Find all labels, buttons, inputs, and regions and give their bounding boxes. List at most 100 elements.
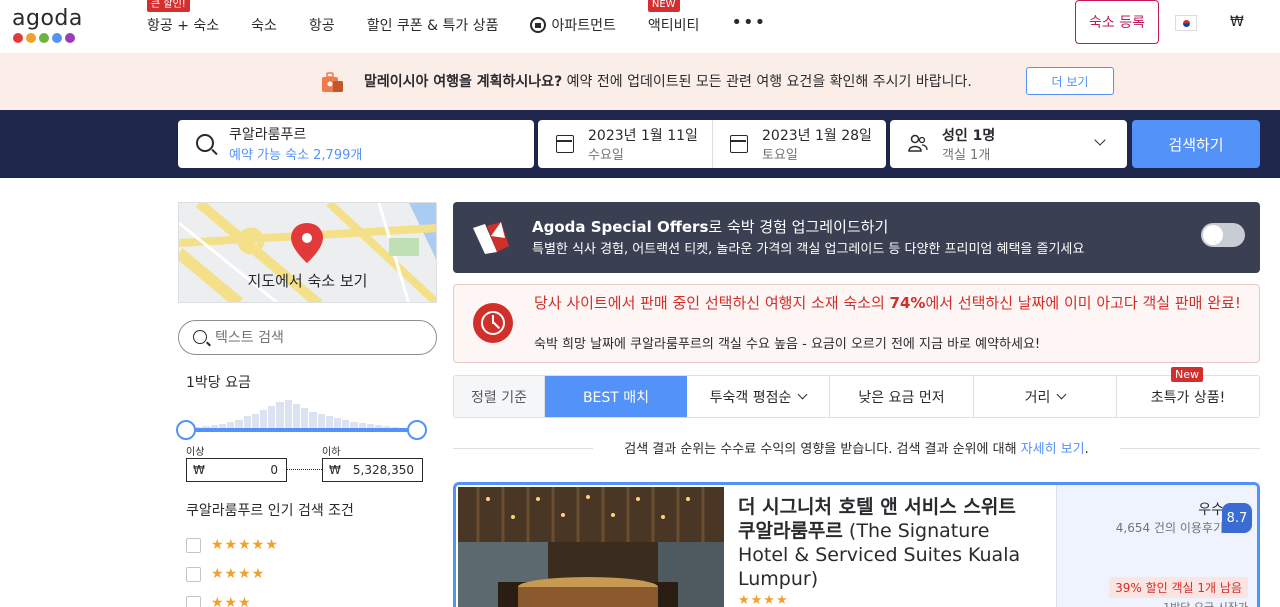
checkout-day: 토요일	[762, 148, 798, 163]
nav-activities[interactable]: NEW 액티비티	[647, 0, 700, 35]
hotel-name[interactable]: 더 시그니처 호텔 앤 서비스 스위트 쿠알라룸푸르 (The Signatur…	[738, 495, 1038, 591]
price-histogram	[186, 398, 416, 430]
nav-label: 항공 + 숙소	[147, 18, 220, 34]
main-nav: 큰 할인! 항공 + 숙소 숙소 항공 할인 쿠폰 & 특가 상품 아파트먼트 …	[147, 0, 798, 35]
sort-best-match[interactable]: BEST 매치	[545, 376, 687, 417]
nav-label: 항공	[308, 18, 335, 34]
promo-title: Agoda Special Offers로 숙박 경험 업그레이드하기	[532, 216, 888, 237]
destination-value: 쿠알라룸푸르	[229, 127, 307, 143]
price-min-handle[interactable]	[176, 420, 196, 440]
star-rating-icon: ★★★★★	[211, 537, 279, 553]
price-max-handle[interactable]	[407, 420, 427, 440]
sold-out-alert: 당사 사이트에서 판매 중인 선택하신 여행지 소재 숙소의 74%에서 선택하…	[453, 284, 1260, 363]
notice-bold: 말레이시아 여행을 계획하시나요?	[364, 74, 563, 90]
popular-filters-title: 쿠알라룸푸르 인기 검색 조건	[186, 503, 354, 519]
promo-subtitle: 특별한 식사 경험, 어트랙션 티켓, 놀라운 가격의 객실 업그레이드 등 다…	[532, 242, 1085, 257]
currency-selector[interactable]: ₩	[1230, 14, 1244, 30]
review-count[interactable]: 4,654 건의 이용후기	[1116, 519, 1224, 536]
search-bar: 쿠알라룸푸르 예약 가능 숙소 2,799개 2023년 1월 11일 수요일 …	[0, 110, 1280, 178]
sort-label: 정렬 기준	[454, 376, 545, 417]
more-menu-icon[interactable]: •••	[731, 12, 766, 33]
map-preview[interactable]: 지도에서 숙소 보기	[178, 202, 437, 303]
sort-bar: 정렬 기준 BEST 매치 투숙객 평점순 낮은 요금 먼저 거리 New 초특…	[453, 367, 1260, 418]
date-picker[interactable]: 2023년 1월 11일 수요일 2023년 1월 28일 토요일	[538, 120, 886, 168]
sort-option-label: 초특가 상품!	[1150, 389, 1226, 406]
filter-5-star[interactable]: ★★★★★	[186, 537, 279, 553]
sort-option-label: 거리	[1024, 389, 1051, 406]
special-offers-toggle[interactable]	[1201, 223, 1245, 247]
nav-label: 아파트먼트	[551, 18, 616, 34]
hotel-photo[interactable]	[458, 487, 724, 607]
alert-message: 당사 사이트에서 판매 중인 선택하신 여행지 소재 숙소의 74%에서 선택하…	[534, 295, 1244, 312]
destination-field[interactable]: 쿠알라룸푸르 예약 가능 숙소 2,799개	[178, 120, 534, 168]
luggage-icon	[322, 72, 343, 92]
checkbox[interactable]	[186, 566, 201, 582]
notice-more-button[interactable]: 더 보기	[1026, 67, 1114, 95]
nav-label: 액티비티	[647, 18, 700, 34]
search-icon	[196, 134, 214, 152]
korea-flag-icon[interactable]	[1175, 15, 1197, 31]
guest-count: 성인 1명	[942, 128, 996, 144]
min-price-value: 0	[270, 463, 278, 477]
destination-count: 예약 가능 숙소 2,799개	[229, 148, 363, 163]
notice-text: 말레이시아 여행을 계획하시나요? 예약 전에 업데이트된 모든 관련 여행 요…	[364, 71, 972, 91]
map-label: 지도에서 숙소 보기	[247, 272, 368, 290]
new-badge: NEW	[647, 0, 680, 12]
checkbox[interactable]	[186, 537, 201, 553]
max-currency: ₩	[329, 463, 341, 477]
top-header: agoda 큰 할인! 항공 + 숙소 숙소 항공 할인 쿠폰 & 특가 상품 …	[0, 0, 1280, 54]
min-price-input[interactable]: ₩ 0	[186, 458, 287, 482]
sort-hot-deals[interactable]: New 초특가 상품!	[1117, 367, 1259, 417]
checkin-date[interactable]: 2023년 1월 11일	[588, 125, 698, 145]
sort-guest-rating[interactable]: 투숙객 평점순	[687, 376, 830, 417]
special-offers-logo-icon	[473, 222, 509, 254]
nav-apartments[interactable]: 아파트먼트	[530, 15, 616, 35]
alert-subtext: 숙박 희망 날짜에 쿠알라룸푸르의 객실 수요 높음 - 요금이 오르기 전에 …	[534, 337, 1041, 352]
chevron-down-icon	[797, 389, 808, 400]
chevron-down-icon	[1056, 389, 1067, 400]
notice-body: 예약 전에 업데이트된 모든 관련 여행 요건을 확인해 주시기 바랍니다.	[562, 74, 972, 90]
max-price-value: 5,328,350	[352, 463, 414, 477]
checkin-day: 수요일	[588, 148, 624, 163]
star-rating-icon: ★★★★	[211, 566, 266, 582]
nav-deals[interactable]: 할인 쿠폰 & 특가 상품	[367, 15, 499, 35]
price-slider-track[interactable]	[186, 428, 417, 432]
filter-4-star[interactable]: ★★★★	[186, 566, 265, 582]
date-divider	[712, 120, 713, 168]
alert-text-before: 당사 사이트에서 판매 중인 선택하신 여행지 소재 숙소의	[534, 294, 890, 312]
disclaimer-end: .	[1084, 442, 1089, 457]
logo-text: agoda	[12, 6, 83, 31]
filter-3-star[interactable]: ★★★	[186, 595, 252, 607]
text-search-input[interactable]	[215, 327, 425, 349]
nav-flights[interactable]: 항공	[309, 15, 335, 35]
promo-brand: Agoda Special Offers	[532, 218, 709, 236]
star-rating-icon: ★★★	[211, 595, 252, 607]
alert-text-after: 에서 선택하신 날짜에 이미 아고다 객실 판매 완료!	[925, 294, 1241, 312]
nav-flight-hotel[interactable]: 큰 할인! 항공 + 숙소	[147, 0, 220, 35]
nav-label: 숙소	[251, 18, 277, 34]
travel-notice-bar: 말레이시아 여행을 계획하시나요? 예약 전에 업데이트된 모든 관련 여행 요…	[0, 54, 1280, 110]
max-price-input[interactable]: ₩ 5,328,350	[322, 458, 423, 482]
review-panel: 우수 4,654 건의 이용후기 8.7 39% 할인 객실 1개 남음 1박당…	[1056, 485, 1257, 607]
checkbox[interactable]	[186, 595, 201, 607]
checkout-calendar-icon	[730, 135, 748, 153]
sort-option-label: 투숙객 평점순	[709, 389, 792, 406]
search-icon	[193, 330, 207, 344]
nav-hotels[interactable]: 숙소	[251, 15, 277, 35]
logo-dots	[13, 33, 83, 43]
sort-lowest-price[interactable]: 낮은 요금 먼저	[830, 376, 974, 417]
min-label: 이상	[186, 447, 205, 458]
checkout-date[interactable]: 2023년 1월 28일	[762, 125, 872, 145]
guest-selector[interactable]: 성인 1명 객실 1개	[890, 120, 1127, 168]
sort-distance[interactable]: 거리	[974, 376, 1117, 417]
learn-more-link[interactable]: 자세히 보기	[1021, 442, 1085, 457]
text-search-field[interactable]	[178, 320, 437, 355]
disclaimer-text: 검색 결과 순위는 수수료 수익의 영향을 받습니다. 검색 결과 순위에 대해	[624, 442, 1021, 457]
hotel-card[interactable]: 더 시그니처 호텔 앤 서비스 스위트 쿠알라룸푸르 (The Signatur…	[453, 482, 1260, 607]
checkin-calendar-icon	[556, 135, 574, 153]
chevron-down-icon	[1094, 134, 1106, 146]
nav-label: 할인 쿠폰 & 특가 상품	[366, 18, 499, 34]
register-property-button[interactable]: 숙소 등록	[1075, 0, 1159, 44]
agoda-logo[interactable]: agoda	[12, 6, 83, 43]
search-button[interactable]: 검색하기	[1132, 120, 1260, 168]
